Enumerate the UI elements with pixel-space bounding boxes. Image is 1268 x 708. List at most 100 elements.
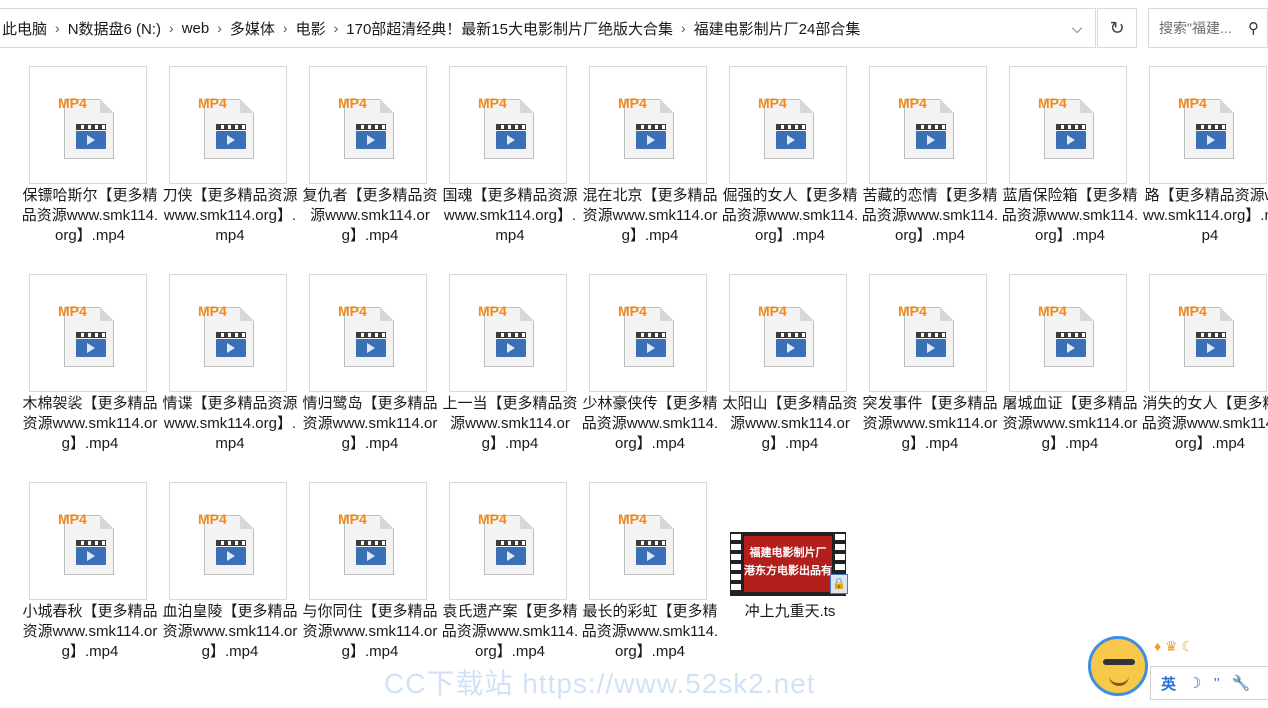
- breadcrumb-item[interactable]: 此电脑: [0, 18, 53, 39]
- mp4-file-icon: MP4: [618, 511, 678, 575]
- mp4-file-icon: MP4: [198, 303, 258, 367]
- file-item[interactable]: MP4 上一当【更多精品资源www.smk114.org】.mp4: [440, 274, 580, 482]
- mp4-file-icon: MP4: [898, 303, 958, 367]
- breadcrumb-item[interactable]: web: [176, 20, 216, 37]
- wrench-icon[interactable]: 🔧: [1232, 674, 1251, 692]
- breadcrumb-item[interactable]: 福建电影制片厂24部合集: [688, 18, 867, 39]
- file-thumbnail[interactable]: MP4: [309, 482, 427, 600]
- file-thumbnail[interactable]: MP4: [29, 274, 147, 392]
- refresh-button[interactable]: ↻: [1097, 8, 1137, 48]
- file-thumbnail[interactable]: MP4: [29, 66, 147, 184]
- ime-avatar-icon[interactable]: [1088, 636, 1148, 696]
- file-item[interactable]: MP4 突发事件【更多精品资源www.smk114.org】.mp4: [860, 274, 1000, 482]
- mp4-badge: MP4: [758, 303, 787, 319]
- breadcrumb-separator-icon[interactable]: ›: [215, 20, 224, 36]
- mp4-badge: MP4: [338, 95, 367, 111]
- file-thumbnail[interactable]: MP4: [169, 66, 287, 184]
- mp4-file-icon: MP4: [758, 95, 818, 159]
- breadcrumb-separator-icon[interactable]: ›: [332, 20, 341, 36]
- file-item[interactable]: MP4 消失的女人【更多精品资源www.smk114.org】.mp4: [1140, 274, 1268, 482]
- watermark: CC下载站 https://www.52sk2.net: [384, 668, 816, 699]
- breadcrumb-item[interactable]: 电影: [290, 18, 332, 39]
- file-item[interactable]: MP4 血泊皇陵【更多精品资源www.smk114.org】.mp4: [160, 482, 300, 690]
- history-dropdown-icon[interactable]: ⌵: [1065, 9, 1089, 47]
- file-item[interactable]: 福建电影制片厂港东方电影出品有限公司🔒 冲上九重天.ts: [720, 482, 860, 690]
- file-thumbnail[interactable]: MP4: [169, 274, 287, 392]
- file-thumbnail[interactable]: MP4: [1149, 66, 1267, 184]
- file-name: 路【更多精品资源www.smk114.org】.mp4: [1143, 187, 1268, 244]
- file-item[interactable]: MP4 太阳山【更多精品资源www.smk114.org】.mp4: [720, 274, 860, 482]
- file-name: 最长的彩虹【更多精品资源www.smk114.org】.mp4: [581, 603, 719, 660]
- file-item[interactable]: MP4 蓝盾保险箱【更多精品资源www.smk114.org】.mp4: [1000, 66, 1140, 274]
- file-thumbnail[interactable]: MP4: [309, 274, 427, 392]
- video-clapper-icon: [216, 124, 246, 150]
- video-clapper-icon: [76, 332, 106, 358]
- file-thumbnail[interactable]: MP4: [449, 66, 567, 184]
- ime-status-bar[interactable]: 英 ☽ ’’ 🔧: [1150, 666, 1268, 700]
- video-clapper-icon: [76, 540, 106, 566]
- file-item[interactable]: MP4 倔强的女人【更多精品资源www.smk114.org】.mp4: [720, 66, 860, 274]
- file-item[interactable]: MP4 情谍【更多精品资源www.smk114.org】.mp4: [160, 274, 300, 482]
- file-thumbnail[interactable]: MP4: [449, 482, 567, 600]
- file-item[interactable]: MP4 复仇者【更多精品资源www.smk114.org】.mp4: [300, 66, 440, 274]
- file-item[interactable]: MP4 少林豪侠传【更多精品资源www.smk114.org】.mp4: [580, 274, 720, 482]
- file-thumbnail[interactable]: MP4: [449, 274, 567, 392]
- file-item[interactable]: MP4 最长的彩虹【更多精品资源www.smk114.org】.mp4: [580, 482, 720, 690]
- file-thumbnail[interactable]: MP4: [1149, 274, 1267, 392]
- mp4-badge: MP4: [338, 511, 367, 527]
- file-item[interactable]: MP4 木棉袈裟【更多精品资源www.smk114.org】.mp4: [20, 274, 160, 482]
- file-thumbnail[interactable]: MP4: [1009, 274, 1127, 392]
- file-thumbnail[interactable]: MP4: [589, 66, 707, 184]
- file-item[interactable]: MP4 屠城血证【更多精品资源www.smk114.org】.mp4: [1000, 274, 1140, 482]
- file-thumbnail[interactable]: MP4: [729, 66, 847, 184]
- mp4-badge: MP4: [478, 511, 507, 527]
- file-item[interactable]: MP4 保镖哈斯尔【更多精品资源www.smk114.org】.mp4: [20, 66, 160, 274]
- mp4-file-icon: MP4: [1038, 303, 1098, 367]
- file-item[interactable]: MP4 混在北京【更多精品资源www.smk114.org】.mp4: [580, 66, 720, 274]
- file-thumbnail[interactable]: MP4: [869, 274, 987, 392]
- file-thumbnail[interactable]: MP4: [589, 482, 707, 600]
- moon-icon[interactable]: ☽: [1188, 674, 1201, 692]
- file-thumbnail[interactable]: MP4: [309, 66, 427, 184]
- breadcrumb-item[interactable]: 170部超清经典！最新15大电影制片厂绝版大合集: [340, 18, 679, 39]
- file-item[interactable]: MP4 路【更多精品资源www.smk114.org】.mp4: [1140, 66, 1268, 274]
- mp4-badge: MP4: [618, 303, 647, 319]
- breadcrumb-separator-icon[interactable]: ›: [167, 20, 176, 36]
- file-name: 袁氏遗产案【更多精品资源www.smk114.org】.mp4: [441, 603, 579, 660]
- ime-language-toggle[interactable]: 英: [1161, 673, 1176, 694]
- file-thumbnail[interactable]: MP4: [169, 482, 287, 600]
- file-item[interactable]: MP4 情归鹭岛【更多精品资源www.smk114.org】.mp4: [300, 274, 440, 482]
- breadcrumb-item[interactable]: N数据盘6 (N:): [62, 18, 167, 39]
- mp4-file-icon: MP4: [1038, 95, 1098, 159]
- file-thumbnail[interactable]: MP4: [589, 274, 707, 392]
- breadcrumb[interactable]: 此电脑 › N数据盘6 (N:) › web › 多媒体 › 电影 › 170部超清经典！最新15大…: [0, 8, 1096, 48]
- file-name: 太阳山【更多精品资源www.smk114.org】.mp4: [722, 395, 858, 452]
- video-thumbnail[interactable]: 福建电影制片厂港东方电影出品有限公司🔒: [730, 532, 850, 596]
- file-item[interactable]: MP4 国魂【更多精品资源www.smk114.org】.mp4: [440, 66, 580, 274]
- breadcrumb-separator-icon[interactable]: ›: [53, 20, 62, 36]
- breadcrumb-separator-icon[interactable]: ›: [281, 20, 290, 36]
- file-name: 冲上九重天.ts: [744, 603, 836, 620]
- mp4-badge: MP4: [898, 95, 927, 111]
- file-item[interactable]: MP4 苦藏的恋情【更多精品资源www.smk114.org】.mp4: [860, 66, 1000, 274]
- file-item[interactable]: MP4 小城春秋【更多精品资源www.smk114.org】.mp4: [20, 482, 160, 690]
- file-name: 保镖哈斯尔【更多精品资源www.smk114.org】.mp4: [21, 187, 159, 244]
- search-icon[interactable]: ⚲: [1248, 19, 1259, 37]
- breadcrumb-separator-icon[interactable]: ›: [679, 20, 688, 36]
- breadcrumb-item[interactable]: 多媒体: [224, 18, 281, 39]
- file-thumbnail[interactable]: MP4: [29, 482, 147, 600]
- file-item[interactable]: MP4 袁氏遗产案【更多精品资源www.smk114.org】.mp4: [440, 482, 580, 690]
- mp4-file-icon: MP4: [758, 303, 818, 367]
- punctuation-icon[interactable]: ’’: [1213, 675, 1219, 692]
- mp4-badge: MP4: [478, 303, 507, 319]
- file-item[interactable]: MP4 刀侠【更多精品资源www.smk114.org】.mp4: [160, 66, 300, 274]
- file-thumbnail[interactable]: MP4: [869, 66, 987, 184]
- file-thumbnail[interactable]: MP4: [729, 274, 847, 392]
- search-input[interactable]: 搜索"福建... ⚲: [1148, 8, 1268, 48]
- file-name: 突发事件【更多精品资源www.smk114.org】.mp4: [862, 395, 998, 452]
- file-name: 小城春秋【更多精品资源www.smk114.org】.mp4: [22, 603, 158, 660]
- file-item[interactable]: MP4 与你同住【更多精品资源www.smk114.org】.mp4: [300, 482, 440, 690]
- mp4-badge: MP4: [758, 95, 787, 111]
- ime-toolbar[interactable]: ♦ ♛ ☾ 英 ☽ ’’ 🔧: [1088, 636, 1268, 708]
- file-thumbnail[interactable]: MP4: [1009, 66, 1127, 184]
